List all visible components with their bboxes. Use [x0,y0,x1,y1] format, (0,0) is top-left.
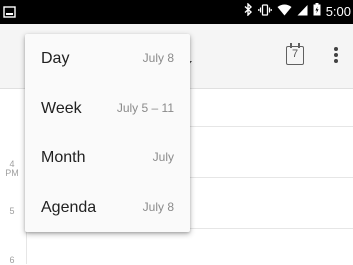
wifi-icon [277,3,292,21]
hour-meridiem-label: PM [5,168,19,178]
menu-item-day[interactable]: Day July 8 [25,34,190,84]
menu-item-label: Week [41,99,82,117]
menu-item-date: July 5 – 11 [116,100,174,115]
menu-item-agenda[interactable]: Agenda July 8 [25,183,190,233]
status-time: 5:00 [325,4,351,19]
menu-item-label: Day [41,50,70,67]
screenshot-icon [3,5,16,23]
menu-item-week[interactable]: Week July 5 – 11 [25,84,190,134]
menu-item-month[interactable]: Month July [25,133,190,183]
hour-label: 5 [9,206,15,216]
status-bar: 5:00 [0,0,353,24]
menu-item-label: Agenda [41,198,97,216]
menu-item-date: July 8 [142,51,174,65]
menu-item-date: July [152,150,174,164]
signal-icon [297,3,308,21]
today-calendar-icon[interactable]: 7 [286,43,304,65]
view-menu: Day July 8 Week July 5 – 11 Month July A… [25,34,190,232]
bluetooth-icon [244,2,253,21]
menu-item-date: July 8 [142,199,174,214]
menu-item-label: Month [41,149,86,166]
vibrate-icon [257,3,272,21]
more-vert-icon[interactable] [333,46,339,69]
battery-icon [313,3,321,21]
